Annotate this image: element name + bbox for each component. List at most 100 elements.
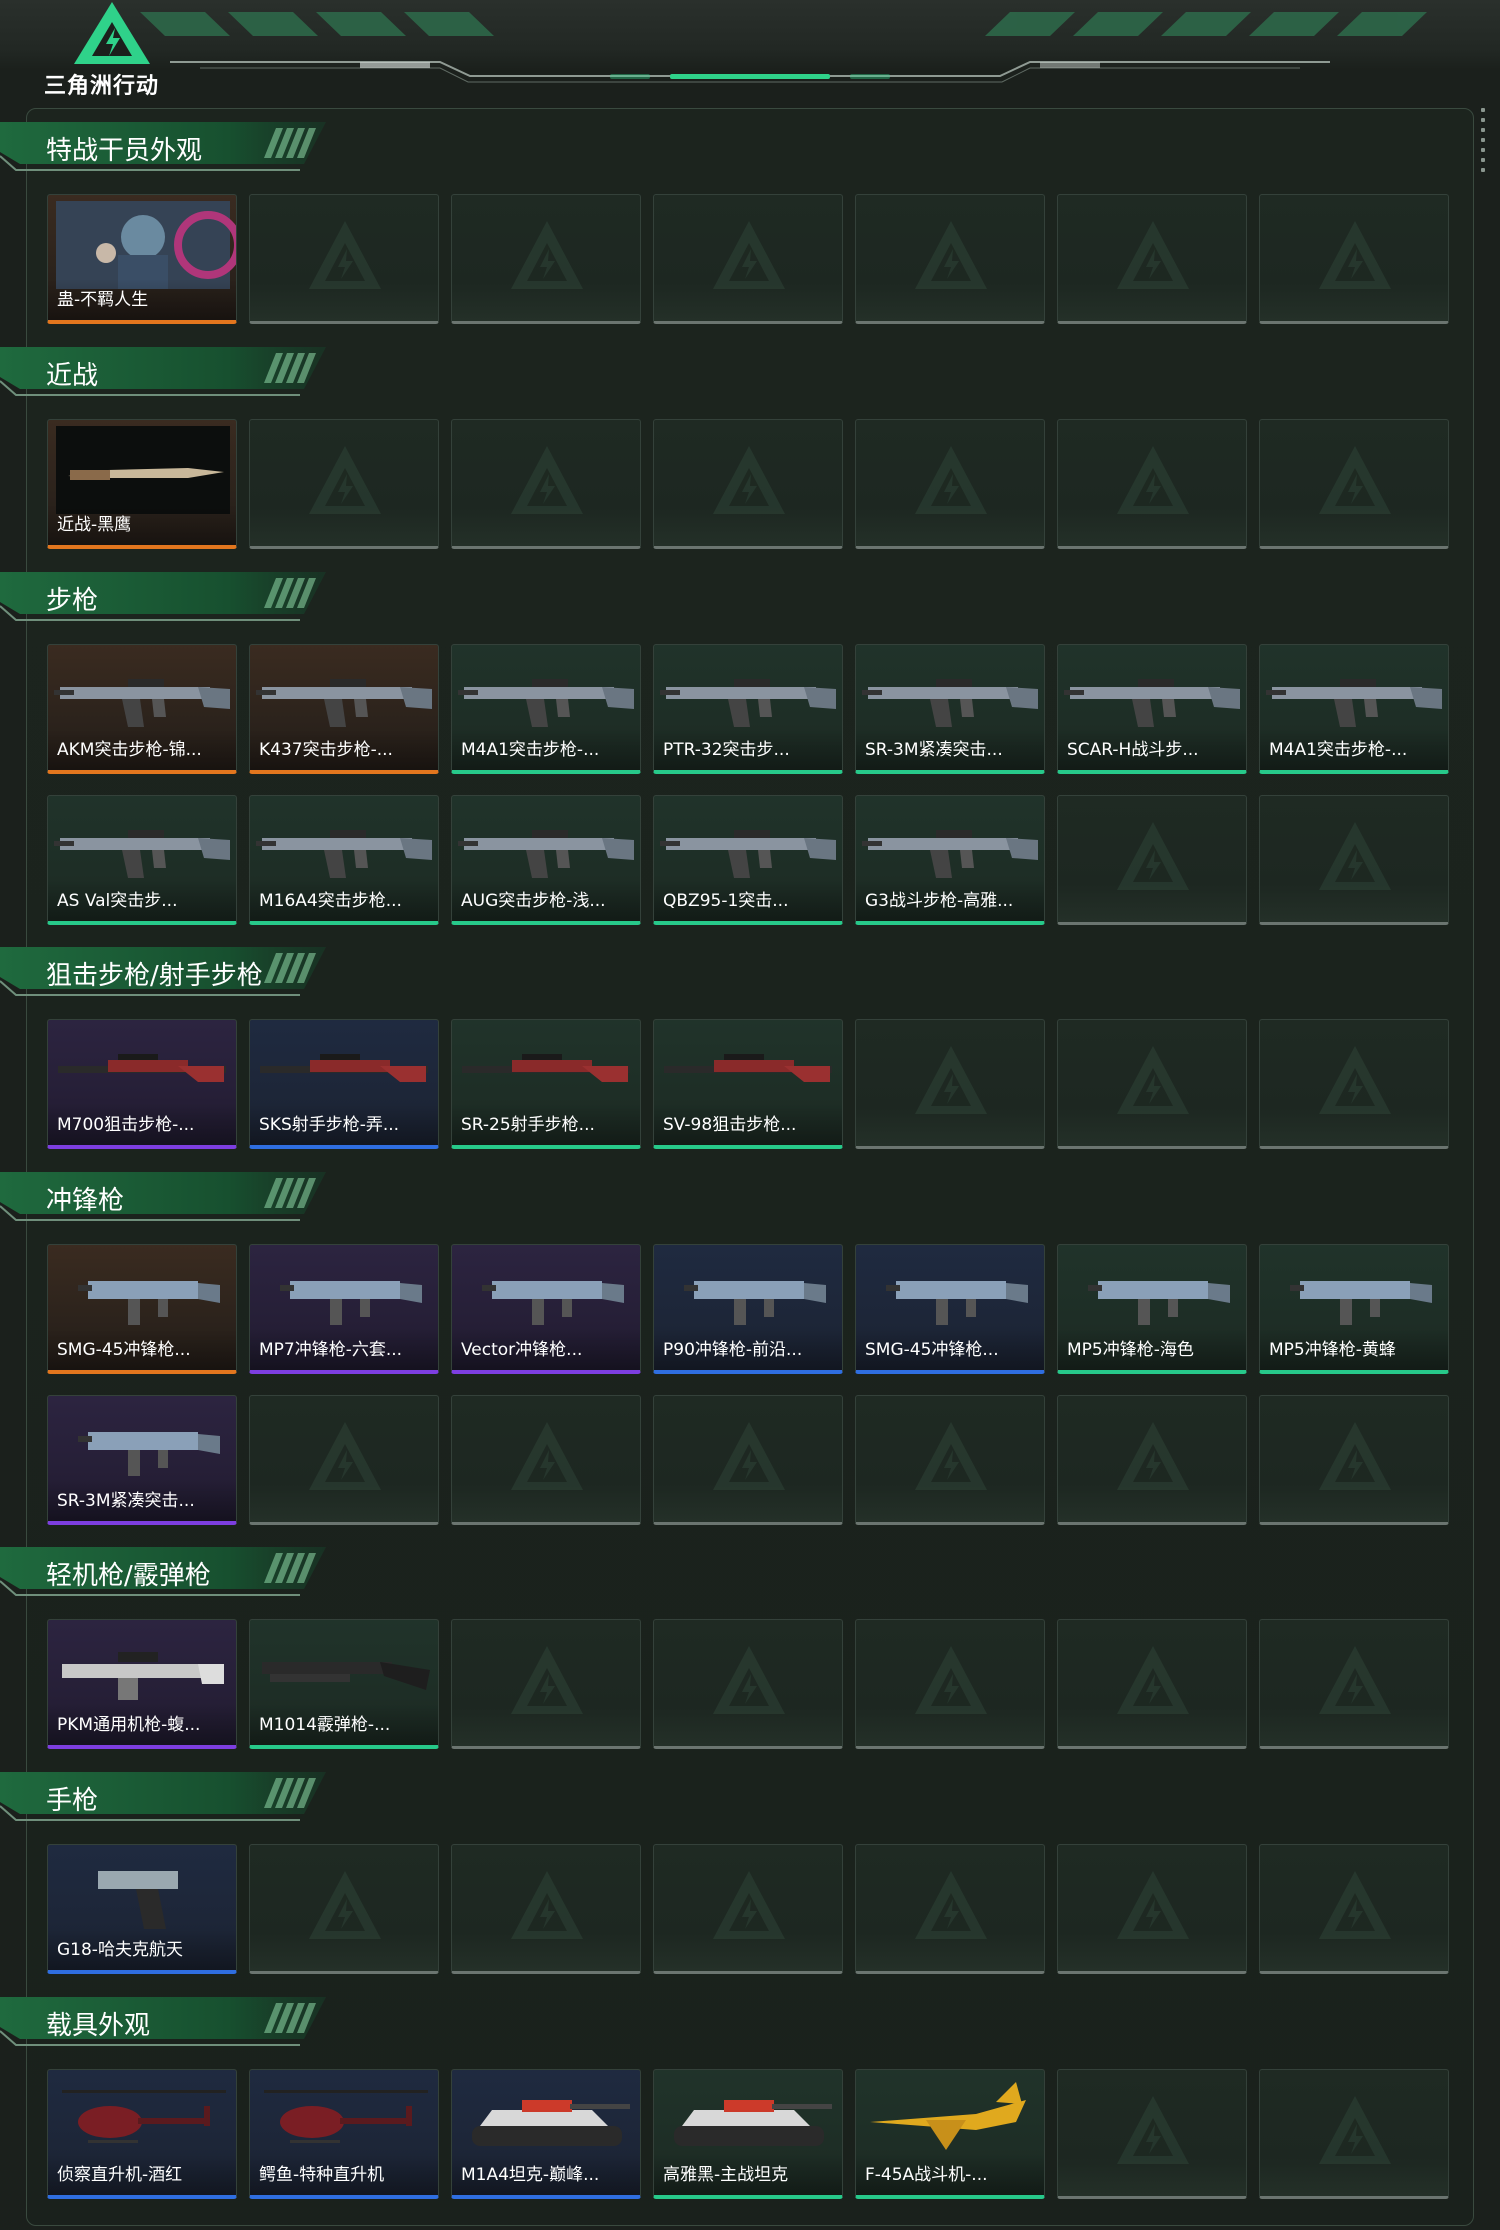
empty-slot-logo-icon: [309, 221, 381, 289]
empty-slot-logo-icon: [1319, 2096, 1391, 2164]
section-header: 冲锋枪: [0, 1172, 330, 1224]
section-header: 特战干员外观: [0, 122, 330, 174]
item-card[interactable]: SMG-45冲锋枪...: [855, 1244, 1045, 1374]
item-card[interactable]: SR-3M紧凑突击...: [47, 1395, 237, 1525]
empty-slot: [1259, 2069, 1449, 2199]
empty-slot: [451, 194, 641, 324]
section-header: 轻机枪/霰弹枪: [0, 1547, 330, 1599]
item-card[interactable]: 鳄鱼-特种直升机: [249, 2069, 439, 2199]
item-card[interactable]: F-45A战斗机-...: [855, 2069, 1045, 2199]
item-name: M4A1突击步枪-...: [1269, 740, 1408, 760]
item-card[interactable]: M4A1突击步枪-...: [1259, 644, 1449, 774]
empty-slot: [1057, 2069, 1247, 2199]
empty-slot: [1259, 795, 1449, 925]
item-name: SR-3M紧凑突击...: [57, 1491, 195, 1511]
empty-slot-logo-icon: [915, 221, 987, 289]
item-card[interactable]: G3战斗步枪-高雅...: [855, 795, 1045, 925]
empty-slot: [855, 194, 1045, 324]
empty-slot: [1057, 1395, 1247, 1525]
item-row: 蛊-不羁人生: [47, 194, 1453, 324]
item-card[interactable]: SMG-45冲锋枪...: [47, 1244, 237, 1374]
item-card[interactable]: SV-98狙击步枪...: [653, 1019, 843, 1149]
item-card[interactable]: MP5冲锋枪-海色: [1057, 1244, 1247, 1374]
item-name: AS Val突击步...: [57, 891, 178, 911]
empty-slot: [855, 1019, 1045, 1149]
item-card[interactable]: Vector冲锋枪...: [451, 1244, 641, 1374]
item-card[interactable]: AS Val突击步...: [47, 795, 237, 925]
section-header: 载具外观: [0, 1997, 330, 2049]
section-header: 狙击步枪/射手步枪: [0, 947, 330, 999]
item-name: QBZ95-1突击...: [663, 891, 789, 911]
item-card[interactable]: G18-哈夫克航天: [47, 1844, 237, 1974]
empty-slot-logo-icon: [309, 1422, 381, 1490]
item-card[interactable]: 高雅黑-主战坦克: [653, 2069, 843, 2199]
item-grid: G18-哈夫克航天: [47, 1844, 1453, 1995]
item-card[interactable]: K437突击步枪-...: [249, 644, 439, 774]
empty-slot-logo-icon: [1319, 1046, 1391, 1114]
empty-slot-logo-icon: [1319, 446, 1391, 514]
empty-slot-logo-icon: [1117, 822, 1189, 890]
item-card[interactable]: M4A1突击步枪-...: [451, 644, 641, 774]
item-row: 侦察直升机-酒红 鳄鱼-特种直升机 M1A4坦克-巅峰... 高雅黑-主战坦克 F-45…: [47, 2069, 1453, 2199]
section-title: 狙击步枪/射手步枪: [46, 961, 263, 991]
item-card[interactable]: 近战-黑鹰: [47, 419, 237, 549]
top-header: 三角洲行动: [0, 0, 1500, 100]
item-card[interactable]: SR-25射手步枪...: [451, 1019, 641, 1149]
empty-slot: [1057, 1844, 1247, 1974]
empty-slot: [1057, 1019, 1247, 1149]
empty-slot-logo-icon: [1117, 1646, 1189, 1714]
item-card[interactable]: SR-3M紧凑突击...: [855, 644, 1045, 774]
empty-slot-logo-icon: [1117, 1046, 1189, 1114]
item-name: SR-3M紧凑突击...: [865, 740, 1003, 760]
item-card[interactable]: MP7冲锋枪-六套...: [249, 1244, 439, 1374]
empty-slot: [653, 1844, 843, 1974]
item-card[interactable]: P90冲锋枪-前沿...: [653, 1244, 843, 1374]
empty-slot-logo-icon: [1117, 1871, 1189, 1939]
item-name: K437突击步枪-...: [259, 740, 393, 760]
item-name: SKS射手步枪-弄...: [259, 1115, 400, 1135]
empty-slot: [451, 1395, 641, 1525]
empty-slot-logo-icon: [1319, 221, 1391, 289]
item-name: Vector冲锋枪...: [461, 1340, 583, 1360]
item-grid: PKM通用机枪-蝮... M1014霰弹枪-...: [47, 1619, 1453, 1770]
item-card[interactable]: PKM通用机枪-蝮...: [47, 1619, 237, 1749]
section-title: 轻机枪/霰弹枪: [46, 1561, 211, 1591]
empty-slot-logo-icon: [309, 446, 381, 514]
section-title: 载具外观: [46, 2011, 151, 2041]
item-card[interactable]: AKM突击步枪-锦...: [47, 644, 237, 774]
item-name: AUG突击步枪-浅...: [461, 891, 606, 911]
item-card[interactable]: M1014霰弹枪-...: [249, 1619, 439, 1749]
item-grid: SMG-45冲锋枪... MP7冲锋枪-六套... Vector冲锋枪... P90冲…: [47, 1244, 1453, 1546]
empty-slot: [1259, 1019, 1449, 1149]
item-name: SV-98狙击步枪...: [663, 1115, 797, 1135]
empty-slot-logo-icon: [915, 1646, 987, 1714]
item-card[interactable]: SKS射手步枪-弄...: [249, 1019, 439, 1149]
empty-slot: [653, 194, 843, 324]
empty-slot: [1057, 795, 1247, 925]
item-card[interactable]: M1A4坦克-巅峰...: [451, 2069, 641, 2199]
empty-slot: [1259, 1844, 1449, 1974]
item-grid: 侦察直升机-酒红 鳄鱼-特种直升机 M1A4坦克-巅峰... 高雅黑-主战坦克 F-45…: [47, 2069, 1453, 2220]
item-card[interactable]: 蛊-不羁人生: [47, 194, 237, 324]
item-name: MP5冲锋枪-海色: [1067, 1340, 1194, 1360]
scrollbar[interactable]: [1481, 108, 1485, 188]
empty-slot-logo-icon: [915, 1871, 987, 1939]
empty-slot-logo-icon: [713, 446, 785, 514]
empty-slot: [855, 1619, 1045, 1749]
empty-slot: [249, 194, 439, 324]
empty-slot-logo-icon: [1117, 1422, 1189, 1490]
empty-slot-logo-icon: [1117, 2096, 1189, 2164]
empty-slot: [249, 1395, 439, 1525]
item-card[interactable]: SCAR-H战斗步...: [1057, 644, 1247, 774]
item-card[interactable]: PTR-32突击步...: [653, 644, 843, 774]
item-name: G3战斗步枪-高雅...: [865, 891, 1014, 911]
item-card[interactable]: M16A4突击步枪...: [249, 795, 439, 925]
item-card[interactable]: AUG突击步枪-浅...: [451, 795, 641, 925]
item-row: SR-3M紧凑突击...: [47, 1395, 1453, 1525]
item-card[interactable]: 侦察直升机-酒红: [47, 2069, 237, 2199]
empty-slot: [1259, 419, 1449, 549]
item-card[interactable]: M700狙击步枪-...: [47, 1019, 237, 1149]
item-card[interactable]: QBZ95-1突击...: [653, 795, 843, 925]
item-card[interactable]: MP5冲锋枪-黄蜂: [1259, 1244, 1449, 1374]
empty-slot-logo-icon: [1319, 822, 1391, 890]
